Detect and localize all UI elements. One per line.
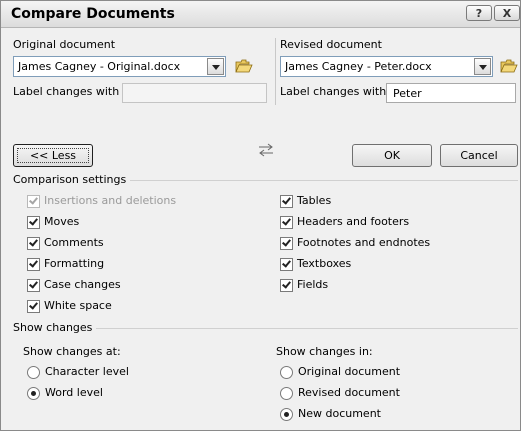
radio-dot[interactable] [280, 387, 293, 400]
original-document-combo[interactable]: James Cagney - Original.docx [13, 56, 226, 77]
cancel-button[interactable]: Cancel [440, 144, 518, 167]
revised-document-label: Revised document [280, 38, 382, 51]
help-button[interactable]: ? [466, 5, 492, 21]
less-button[interactable]: << Less [13, 144, 93, 167]
checkbox-box[interactable] [280, 258, 293, 271]
show-changes-group: Show changes [13, 321, 518, 334]
checkbox-box[interactable] [280, 237, 293, 250]
comparison-settings-group: Comparison settings [13, 173, 518, 186]
chevron-down-icon[interactable] [207, 58, 224, 75]
show-changes-title: Show changes [13, 321, 97, 334]
close-button[interactable]: X [494, 5, 520, 21]
radio-dot[interactable] [27, 366, 40, 379]
checkbox-box[interactable] [27, 237, 40, 250]
checkbox-box[interactable] [27, 258, 40, 271]
revised-label-changes-value: Peter [393, 87, 422, 100]
checkbox-box[interactable] [280, 195, 293, 208]
radio-dot[interactable] [27, 387, 40, 400]
original-label-changes-label: Label changes with [13, 85, 120, 98]
revised-label-changes-field[interactable]: Peter [386, 83, 516, 103]
original-label-changes-field[interactable] [122, 83, 267, 103]
dialog-title: Compare Documents [11, 6, 175, 22]
open-folder-icon[interactable] [235, 59, 253, 73]
checkbox-box [27, 195, 40, 208]
show-changes-at-label: Show changes at: [23, 345, 121, 358]
comparison-settings-title: Comparison settings [13, 173, 131, 186]
column-divider [275, 38, 276, 105]
revised-label-changes-label: Label changes with [280, 85, 387, 98]
revised-document-combo[interactable]: James Cagney - Peter.docx [280, 56, 493, 77]
title-bar: Compare Documents ? X [1, 1, 520, 28]
checkbox-box[interactable] [280, 279, 293, 292]
show-changes-in-label: Show changes in: [276, 345, 373, 358]
checkbox-box[interactable] [27, 216, 40, 229]
original-document-label: Original document [13, 38, 116, 51]
open-folder-icon[interactable] [500, 59, 518, 73]
radio-dot[interactable] [280, 366, 293, 379]
checkbox-box[interactable] [27, 279, 40, 292]
revised-document-value: James Cagney - Peter.docx [285, 60, 432, 73]
ok-button[interactable]: OK [352, 144, 432, 167]
chevron-down-icon[interactable] [474, 58, 491, 75]
checkbox-box[interactable] [280, 216, 293, 229]
checkbox-box[interactable] [27, 300, 40, 313]
original-document-value: James Cagney - Original.docx [18, 60, 181, 73]
compare-documents-dialog: Compare Documents ? X Original document … [0, 0, 521, 431]
swap-arrows-icon[interactable] [257, 142, 275, 158]
radio-dot[interactable] [280, 408, 293, 421]
